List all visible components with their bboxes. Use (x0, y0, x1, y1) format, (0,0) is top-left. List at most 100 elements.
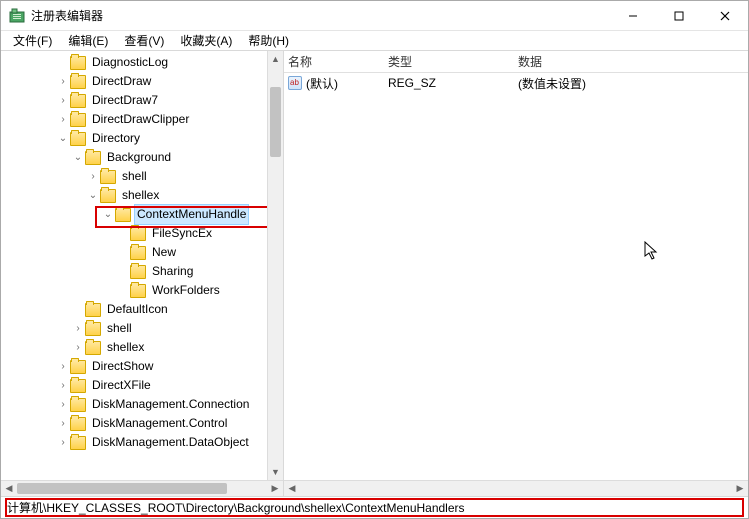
chevron-right-icon[interactable]: › (56, 91, 70, 110)
chevron-right-icon[interactable]: › (56, 72, 70, 91)
tree-node-label: DefaultIcon (105, 300, 170, 319)
tree-node-label: Sharing (150, 262, 195, 281)
close-button[interactable] (702, 1, 748, 30)
menu-view[interactable]: 查看(V) (116, 30, 172, 51)
scroll-right-arrow[interactable]: ▶ (267, 481, 283, 496)
tree-node[interactable]: ›DiskManagement.DataObject (1, 433, 283, 452)
scroll-left-arrow[interactable]: ◀ (284, 481, 300, 496)
tree-node-label: shellex (120, 186, 161, 205)
window-controls (610, 1, 748, 30)
regedit-window: 注册表编辑器 文件(F) 编辑(E) 查看(V) 收藏夹(A) 帮助(H) Di… (0, 0, 749, 519)
folder-icon (70, 75, 86, 89)
scroll-right-arrow[interactable]: ▶ (732, 481, 748, 496)
values-header: 名称 类型 数据 (284, 51, 748, 73)
chevron-right-icon[interactable]: › (56, 395, 70, 414)
tree-node[interactable]: ›DirectXFile (1, 376, 283, 395)
chevron-down-icon[interactable]: ⌄ (71, 148, 85, 167)
tree-node-label: DirectDrawClipper (90, 110, 191, 129)
chevron-down-icon[interactable]: ⌄ (101, 205, 115, 224)
tree-node-label: FileSyncEx (150, 224, 214, 243)
values-horizontal-scrollbar[interactable]: ◀ ▶ (284, 480, 748, 496)
tree-node-label: Background (105, 148, 173, 167)
tree-node-label: WorkFolders (150, 281, 222, 300)
chevron-right-icon[interactable]: › (56, 433, 70, 452)
tree-node-label: DiagnosticLog (90, 53, 170, 72)
titlebar: 注册表编辑器 (1, 1, 748, 31)
tree-scroll: DiagnosticLog›DirectDraw›DirectDraw7›Dir… (1, 51, 283, 480)
scroll-thumb[interactable] (270, 87, 281, 157)
tree-node[interactable]: › DirectDraw7 (1, 91, 283, 110)
values-panel: 名称 类型 数据 (默认) REG_SZ (数值未设置) ◀ (284, 51, 748, 496)
chevron-right-icon[interactable]: › (86, 167, 100, 186)
folder-icon (85, 322, 101, 336)
column-type[interactable]: 类型 (388, 53, 518, 70)
tree-node[interactable]: ›DirectShow (1, 357, 283, 376)
maximize-button[interactable] (656, 1, 702, 30)
tree-node-label: DiskManagement.Connection (90, 395, 251, 414)
tree-node[interactable]: DefaultIcon (1, 300, 283, 319)
value-row[interactable]: (默认) REG_SZ (数值未设置) (284, 73, 748, 93)
scroll-down-arrow[interactable]: ▼ (268, 464, 283, 480)
chevron-right-icon[interactable]: › (56, 376, 70, 395)
tree-node[interactable]: WorkFolders (1, 281, 283, 300)
tree-node-label: DirectDraw7 (90, 91, 160, 110)
tree-node[interactable]: › DiskManagement.Connection (1, 395, 283, 414)
chevron-right-icon[interactable]: › (71, 319, 85, 338)
tree-node[interactable]: Sharing (1, 262, 283, 281)
values-list[interactable]: (默认) REG_SZ (数值未设置) (284, 73, 748, 480)
tree-panel: DiagnosticLog›DirectDraw›DirectDraw7›Dir… (1, 51, 284, 496)
value-data: (数值未设置) (518, 75, 748, 92)
folder-icon (70, 56, 86, 70)
tree-node-label: DirectDraw (90, 72, 153, 91)
chevron-right-icon[interactable]: › (56, 110, 70, 129)
tree-node-label: New (150, 243, 178, 262)
folder-icon (100, 189, 116, 203)
tree-node[interactable]: ⌄ ContextMenuHandle (1, 205, 283, 224)
string-value-icon (288, 76, 302, 90)
tree-node[interactable]: FileSyncEx (1, 224, 283, 243)
chevron-right-icon[interactable]: › (56, 357, 70, 376)
chevron-right-icon[interactable]: › (71, 338, 85, 357)
folder-icon (70, 379, 86, 393)
folder-icon (130, 265, 146, 279)
tree-node[interactable]: New (1, 243, 283, 262)
tree-node[interactable]: › DirectDrawClipper (1, 110, 283, 129)
column-name[interactable]: 名称 (288, 53, 388, 70)
menu-file[interactable]: 文件(F) (5, 30, 60, 51)
chevron-down-icon[interactable]: ⌄ (86, 186, 100, 205)
chevron-down-icon[interactable]: ⌄ (56, 129, 70, 148)
menu-edit[interactable]: 编辑(E) (60, 30, 116, 51)
scroll-thumb[interactable] (17, 483, 227, 494)
folder-icon (115, 208, 131, 222)
folder-icon (85, 151, 101, 165)
tree-node[interactable]: ›shellex (1, 338, 283, 357)
tree-node[interactable]: › DirectDraw (1, 72, 283, 91)
tree-node[interactable]: ›shell (1, 319, 283, 338)
minimize-button[interactable] (610, 1, 656, 30)
window-title: 注册表编辑器 (31, 7, 610, 24)
scroll-left-arrow[interactable]: ◀ (1, 481, 17, 496)
menu-help[interactable]: 帮助(H) (240, 30, 297, 51)
value-name: (默认) (306, 75, 338, 92)
folder-icon (70, 398, 86, 412)
tree-node[interactable]: DiagnosticLog (1, 53, 283, 72)
tree-horizontal-scrollbar[interactable]: ◀ ▶ (1, 480, 283, 496)
tree-node[interactable]: ⌄Directory (1, 129, 283, 148)
tree-vertical-scrollbar[interactable]: ▲ ▼ (267, 51, 283, 480)
column-data[interactable]: 数据 (518, 53, 748, 70)
value-type: REG_SZ (388, 76, 518, 90)
folder-icon (100, 170, 116, 184)
tree-node[interactable]: ›DiskManagement.Control (1, 414, 283, 433)
tree-node[interactable]: ⌄ shellex (1, 186, 283, 205)
tree-node[interactable]: ›shell (1, 167, 283, 186)
tree-node[interactable]: ⌄ Background (1, 148, 283, 167)
scroll-up-arrow[interactable]: ▲ (268, 51, 283, 67)
registry-tree[interactable]: DiagnosticLog›DirectDraw›DirectDraw7›Dir… (1, 51, 283, 454)
mouse-cursor-icon (644, 241, 660, 261)
chevron-right-icon[interactable]: › (56, 414, 70, 433)
tree-node-label: ContextMenuHandle (135, 205, 248, 224)
folder-icon (70, 417, 86, 431)
statusbar: 计算机\HKEY_CLASSES_ROOT\Directory\Backgrou… (1, 496, 748, 518)
menu-favorites[interactable]: 收藏夹(A) (172, 30, 240, 51)
body: DiagnosticLog›DirectDraw›DirectDraw7›Dir… (1, 51, 748, 496)
